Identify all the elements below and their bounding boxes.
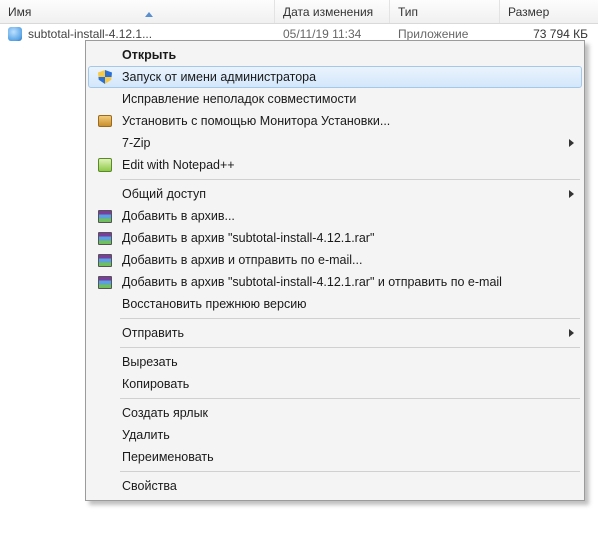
shield-icon (92, 68, 118, 86)
menu-copy[interactable]: Копировать (88, 373, 582, 395)
blank-icon (92, 134, 118, 152)
menu-rename[interactable]: Переименовать (88, 446, 582, 468)
menu-compat-troubleshoot[interactable]: Исправление неполадок совместимости (88, 88, 582, 110)
winrar-icon (92, 207, 118, 225)
menu-send-to-label: Отправить (122, 326, 184, 340)
chevron-right-icon (569, 190, 574, 198)
separator (120, 398, 580, 399)
file-type: Приложение (390, 27, 500, 41)
menu-copy-label: Копировать (122, 377, 189, 391)
blank-icon (92, 324, 118, 342)
menu-restore-label: Восстановить прежнюю версию (122, 297, 307, 311)
blank-icon (92, 426, 118, 444)
menu-add-rar-label: Добавить в архив "subtotal-install-4.12.… (122, 231, 374, 245)
menu-cut[interactable]: Вырезать (88, 351, 582, 373)
notepadpp-icon (92, 156, 118, 174)
menu-install-monitor-label: Установить с помощью Монитора Установки.… (122, 114, 390, 128)
menu-compat-label: Исправление неполадок совместимости (122, 92, 356, 106)
blank-icon (92, 404, 118, 422)
menu-cut-label: Вырезать (122, 355, 178, 369)
menu-install-monitor[interactable]: Установить с помощью Монитора Установки.… (88, 110, 582, 132)
blank-icon (92, 185, 118, 203)
menu-add-archive-email[interactable]: Добавить в архив и отправить по e-mail..… (88, 249, 582, 271)
winrar-icon (92, 251, 118, 269)
menu-add-archive[interactable]: Добавить в архив... (88, 205, 582, 227)
separator (120, 347, 580, 348)
menu-run-as-admin[interactable]: Запуск от имени администратора (88, 66, 582, 88)
separator (120, 179, 580, 180)
sort-ascending-icon (145, 0, 153, 12)
menu-add-archive-label: Добавить в архив... (122, 209, 235, 223)
menu-delete-label: Удалить (122, 428, 170, 442)
column-type-label: Тип (398, 5, 418, 19)
file-size: 73 794 КБ (500, 27, 598, 41)
column-size[interactable]: Размер (500, 0, 598, 23)
chevron-right-icon (569, 139, 574, 147)
menu-rename-label: Переименовать (122, 450, 214, 464)
file-date: 05/11/19 11:34 (275, 27, 390, 41)
menu-7zip[interactable]: 7-Zip (88, 132, 582, 154)
menu-add-rar-email-label: Добавить в архив "subtotal-install-4.12.… (122, 275, 502, 289)
blank-icon (92, 477, 118, 495)
menu-restore-version[interactable]: Восстановить прежнюю версию (88, 293, 582, 315)
menu-run-as-admin-label: Запуск от имени администратора (122, 70, 316, 84)
blank-icon (92, 375, 118, 393)
menu-create-shortcut[interactable]: Создать ярлык (88, 402, 582, 424)
separator (120, 318, 580, 319)
blank-icon (92, 90, 118, 108)
separator (120, 471, 580, 472)
menu-edit-notepadpp[interactable]: Edit with Notepad++ (88, 154, 582, 176)
column-headers: Имя Дата изменения Тип Размер (0, 0, 598, 24)
column-date-label: Дата изменения (283, 5, 373, 19)
menu-add-rar-email[interactable]: Добавить в архив "subtotal-install-4.12.… (88, 271, 582, 293)
winrar-icon (92, 273, 118, 291)
winrar-icon (92, 229, 118, 247)
menu-delete[interactable]: Удалить (88, 424, 582, 446)
column-date[interactable]: Дата изменения (275, 0, 390, 23)
menu-add-archive-email-label: Добавить в архив и отправить по e-mail..… (122, 253, 362, 267)
menu-7zip-label: 7-Zip (122, 136, 150, 150)
blank-icon (92, 448, 118, 466)
menu-open-label: Открыть (122, 48, 176, 62)
menu-npp-label: Edit with Notepad++ (122, 158, 235, 172)
menu-properties[interactable]: Свойства (88, 475, 582, 497)
column-type[interactable]: Тип (390, 0, 500, 23)
blank-icon (92, 353, 118, 371)
box-icon (92, 112, 118, 130)
installer-icon (8, 27, 22, 41)
menu-send-to[interactable]: Отправить (88, 322, 582, 344)
blank-icon (92, 46, 118, 64)
menu-add-rar[interactable]: Добавить в архив "subtotal-install-4.12.… (88, 227, 582, 249)
column-name-label: Имя (8, 5, 31, 19)
menu-properties-label: Свойства (122, 479, 177, 493)
context-menu: Открыть Запуск от имени администратора И… (85, 40, 585, 501)
column-name[interactable]: Имя (0, 0, 275, 23)
menu-shortcut-label: Создать ярлык (122, 406, 208, 420)
file-name: subtotal-install-4.12.1... (28, 27, 152, 41)
chevron-right-icon (569, 329, 574, 337)
menu-share[interactable]: Общий доступ (88, 183, 582, 205)
menu-share-label: Общий доступ (122, 187, 206, 201)
column-size-label: Размер (508, 5, 549, 19)
menu-open[interactable]: Открыть (88, 44, 582, 66)
blank-icon (92, 295, 118, 313)
